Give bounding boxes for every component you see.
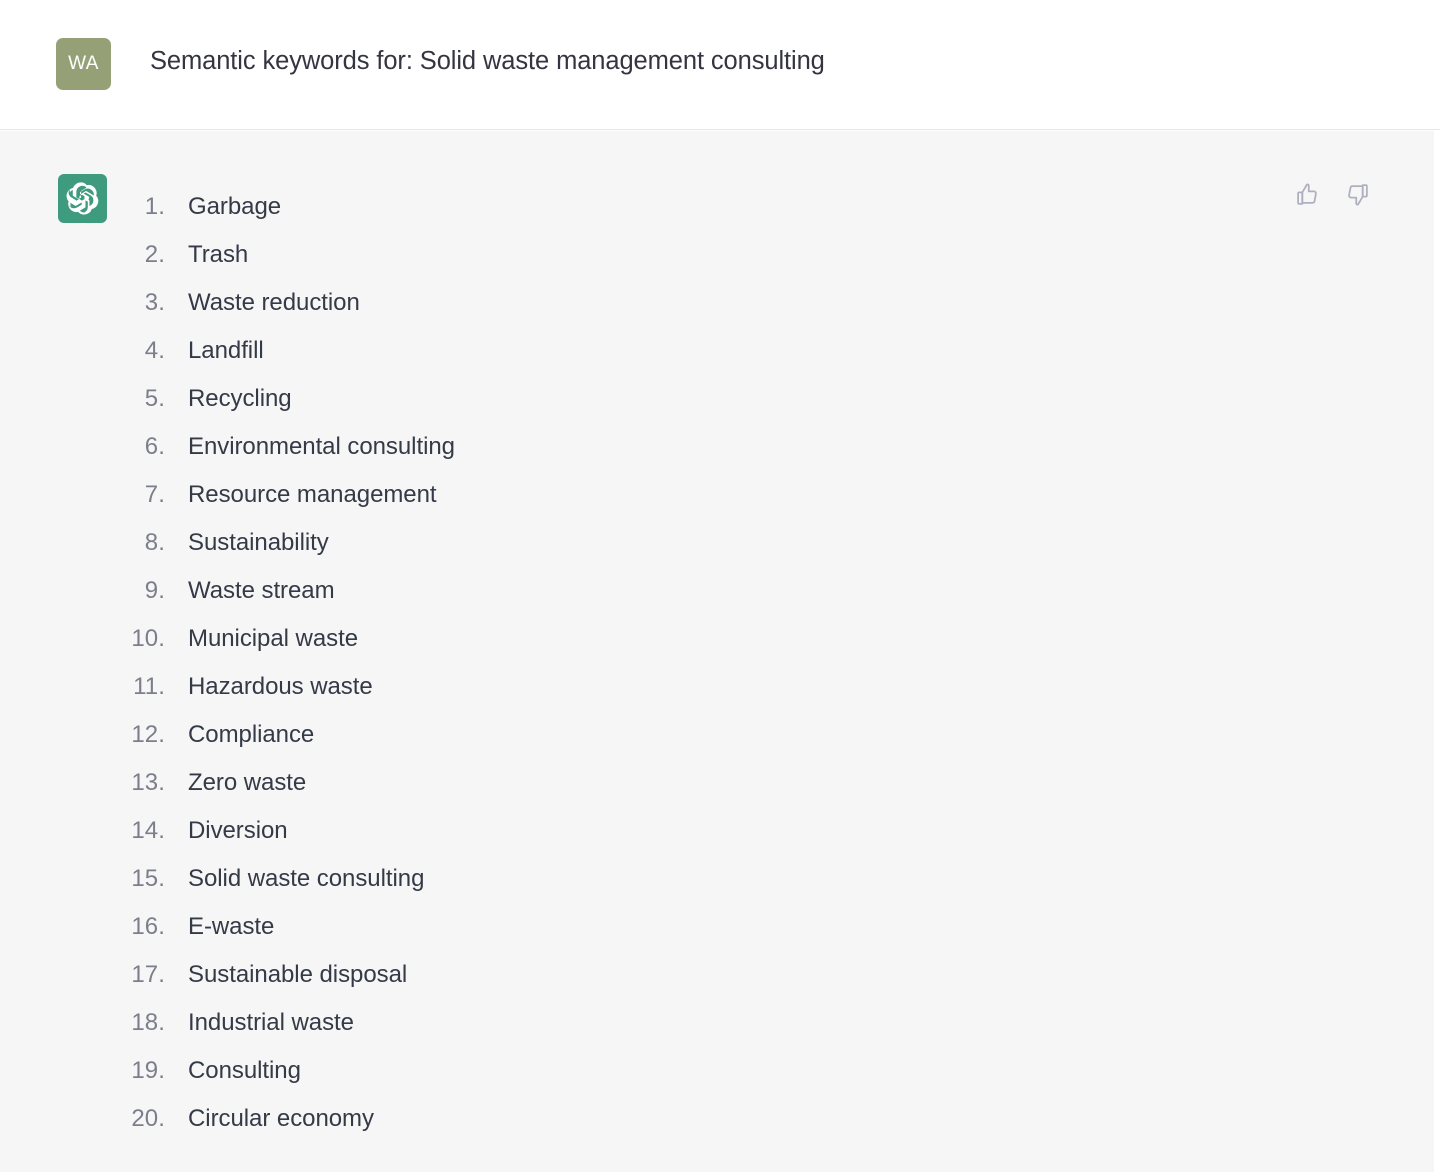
list-item-number: 20.	[131, 1105, 165, 1132]
user-message-header: WA Semantic keywords for: Solid waste ma…	[0, 0, 1440, 130]
list-item: 7. Resource management	[0, 471, 1434, 519]
list-item: 18. Industrial waste	[0, 999, 1434, 1047]
list-item-label: Compliance	[188, 721, 315, 748]
list-item: 3. Waste reduction	[0, 279, 1434, 327]
list-item-label: Consulting	[188, 1057, 301, 1084]
chat-response-page: WA Semantic keywords for: Solid waste ma…	[0, 0, 1440, 1172]
list-item-label: Recycling	[188, 385, 292, 412]
list-item-label: Diversion	[188, 817, 288, 844]
list-item-label: Waste stream	[188, 577, 335, 604]
list-item-label: Municipal waste	[188, 625, 358, 652]
list-item-label: Resource management	[188, 481, 437, 508]
list-item-number: 7.	[144, 481, 165, 508]
list-item-label: Industrial waste	[188, 1009, 354, 1036]
list-item-number: 15.	[131, 865, 165, 892]
list-item-label: Garbage	[188, 193, 282, 220]
list-item-label: Trash	[188, 241, 249, 268]
list-item: 10. Municipal waste	[0, 615, 1434, 663]
list-item-number: 9.	[144, 577, 165, 604]
list-item: 13. Zero waste	[0, 759, 1434, 807]
list-item-label: Hazardous waste	[188, 673, 373, 700]
list-item-number: 4.	[144, 337, 165, 364]
list-item-number: 10.	[131, 625, 165, 652]
list-item-label: Landfill	[188, 337, 264, 364]
user-avatar: WA	[56, 38, 111, 90]
list-item: 15. Solid waste consulting	[0, 855, 1434, 903]
list-item-number: 11.	[133, 673, 165, 700]
list-item-number: 14.	[131, 817, 165, 844]
list-item: 8. Sustainability	[0, 519, 1434, 567]
list-item-label: E-waste	[188, 913, 275, 940]
list-item-number: 3.	[144, 289, 165, 316]
list-item-number: 19.	[131, 1057, 165, 1084]
list-item-number: 5.	[144, 385, 165, 412]
list-item-label: Circular economy	[188, 1105, 374, 1132]
list-item: 11. Hazardous waste	[0, 663, 1434, 711]
list-item: 19. Consulting	[0, 1047, 1434, 1095]
list-item-number: 13.	[131, 769, 165, 796]
page-title: Semantic keywords for: Solid waste manag…	[150, 47, 825, 75]
list-item-number: 6.	[144, 433, 165, 460]
list-item-number: 1.	[144, 193, 165, 220]
list-item: 5. Recycling	[0, 375, 1434, 423]
list-item-label: Environmental consulting	[188, 433, 455, 460]
user-avatar-initials: WA	[68, 53, 99, 74]
list-item: 2. Trash	[0, 231, 1434, 279]
list-item: 1. Garbage	[0, 183, 1434, 231]
list-item-number: 17.	[131, 961, 165, 988]
list-item: 6. Environmental consulting	[0, 423, 1434, 471]
list-item-label: Sustainable disposal	[188, 961, 408, 988]
list-item: 17. Sustainable disposal	[0, 951, 1434, 999]
list-item: 12. Compliance	[0, 711, 1434, 759]
list-item-number: 12.	[131, 721, 165, 748]
list-item-number: 16.	[131, 913, 165, 940]
list-item: 14. Diversion	[0, 807, 1434, 855]
list-item-number: 18.	[131, 1009, 165, 1036]
list-item-label: Zero waste	[188, 769, 307, 796]
list-item: 20. Circular economy	[0, 1095, 1434, 1143]
keyword-list: 1. Garbage 2. Trash 3. Waste reduction 4. Landf…	[0, 183, 1434, 1143]
list-item-label: Waste reduction	[188, 289, 360, 316]
assistant-response-panel: 1. Garbage 2. Trash 3. Waste reduction 4. Landf…	[0, 131, 1434, 1172]
list-item: 4. Landfill	[0, 327, 1434, 375]
list-item-number: 8.	[144, 529, 165, 556]
list-item-label: Solid waste consulting	[188, 865, 425, 892]
list-item-label: Sustainability	[188, 529, 329, 556]
list-item: 16. E-waste	[0, 903, 1434, 951]
list-item: 9. Waste stream	[0, 567, 1434, 615]
list-item-number: 2.	[144, 241, 165, 268]
